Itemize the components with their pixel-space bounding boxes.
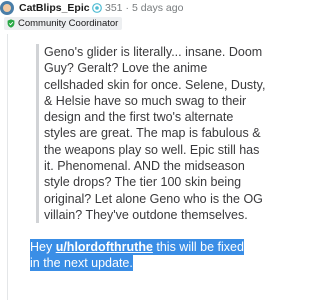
flair-label: Community Coordinator — [18, 18, 119, 29]
score: 351 — [105, 2, 123, 14]
quote-paragraph: Geno's glider is literally... insane. Do… — [44, 45, 266, 222]
reply-text: Hey u/hlordofthruthe this will be fixed … — [30, 239, 255, 272]
thread-line[interactable] — [7, 34, 8, 300]
meta-separator: · — [125, 2, 130, 14]
user-flair: Community Coordinator — [4, 17, 123, 30]
flair-badge-icon — [92, 3, 102, 13]
timestamp[interactable]: 5 days ago — [132, 2, 183, 14]
username[interactable]: CatBlips_Epic — [19, 2, 90, 14]
selected-text-highlight: Hey u/hlordofthruthe this will be fixed … — [30, 239, 244, 272]
quoted-text: Geno's glider is literally... insane. Do… — [36, 44, 266, 224]
comment-meta: 351 · 5 days ago — [105, 2, 183, 14]
avatar-face — [3, 4, 11, 12]
user-avatar[interactable] — [0, 1, 14, 15]
user-mention-link[interactable]: u/hlordofthruthe — [56, 240, 153, 254]
shield-icon — [7, 19, 15, 28]
reply-prefix: Hey — [30, 240, 56, 254]
